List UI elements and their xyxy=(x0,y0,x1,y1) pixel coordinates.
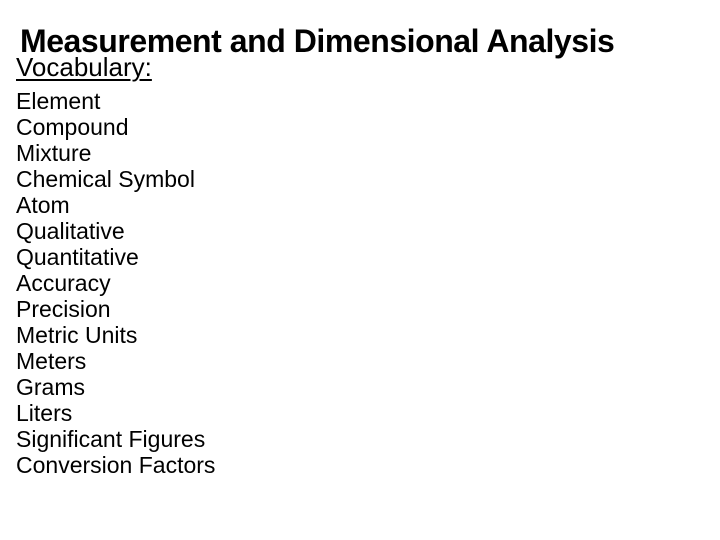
list-item: Qualitative xyxy=(16,218,125,244)
list-item: Chemical Symbol xyxy=(16,166,195,192)
list-item: Atom xyxy=(16,192,70,218)
vocabulary-heading: Vocabulary: xyxy=(16,50,152,84)
slide-canvas: Measurement and Dimensional Analysis Voc… xyxy=(0,0,720,540)
list-item: Precision xyxy=(16,296,111,322)
list-item: Mixture xyxy=(16,140,92,166)
list-item: Grams xyxy=(16,374,85,400)
list-item: Conversion Factors xyxy=(16,452,216,478)
list-item: Meters xyxy=(16,348,87,374)
list-item: Metric Units xyxy=(16,322,138,348)
list-item: Compound xyxy=(16,114,129,140)
list-item: Liters xyxy=(16,400,73,426)
vocabulary-list: Element Compound Mixture Chemical Symbol… xyxy=(16,88,215,478)
list-item: Accuracy xyxy=(16,270,111,296)
list-item: Quantitative xyxy=(16,244,139,270)
list-item: Element xyxy=(16,88,101,114)
list-item: Significant Figures xyxy=(16,426,206,452)
vocabulary-heading-label: Vocabulary: xyxy=(16,52,152,82)
